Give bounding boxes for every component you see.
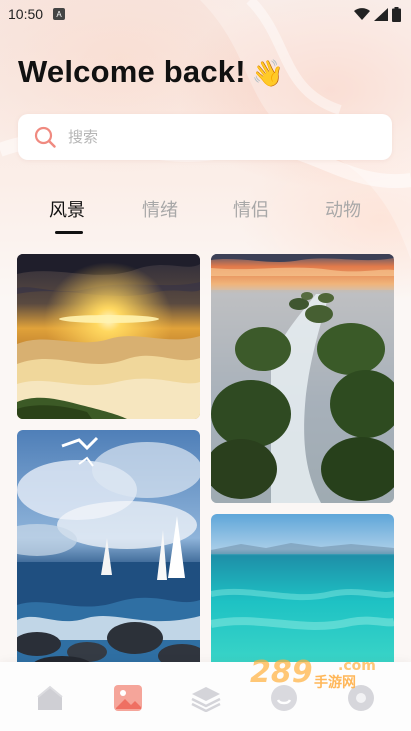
- app-notification-icon: A: [53, 8, 66, 20]
- status-icons: [354, 6, 401, 22]
- search-bar[interactable]: [18, 114, 392, 160]
- signal-icon: [374, 7, 388, 21]
- site-watermark: 289 .com 手游网: [244, 652, 394, 696]
- nav-home[interactable]: [34, 682, 66, 714]
- nav-gallery[interactable]: [112, 682, 144, 714]
- photo-gallery: [0, 252, 411, 662]
- tab-scenery[interactable]: 风景: [49, 196, 85, 222]
- active-tab-indicator: [55, 231, 83, 234]
- wifi-icon: [354, 7, 370, 20]
- layers-icon: [191, 687, 221, 712]
- welcome-title: Welcome back!: [18, 54, 246, 89]
- photo-rocky-coast[interactable]: [211, 254, 394, 503]
- tab-mood[interactable]: 情绪: [142, 196, 178, 222]
- waving-hand-icon: 👋: [251, 58, 285, 88]
- battery-icon: [392, 6, 401, 22]
- svg-text:289: 289: [250, 655, 313, 690]
- tab-couple[interactable]: 情侣: [233, 196, 269, 222]
- photo-sailboats[interactable]: [17, 430, 200, 662]
- photo-sunset-clouds[interactable]: [17, 254, 200, 419]
- welcome-heading: Welcome back! 👋: [18, 54, 284, 90]
- status-bar: 10:50 A: [0, 0, 411, 28]
- watermark-site-text: 手游网: [314, 675, 356, 691]
- search-input[interactable]: [68, 128, 348, 146]
- category-tabs: 风景 情绪 情侣 动物: [0, 196, 411, 236]
- tab-animals[interactable]: 动物: [325, 196, 361, 222]
- photo-turquoise-sea[interactable]: [211, 514, 394, 662]
- nav-layers[interactable]: [190, 682, 222, 714]
- image-icon: [114, 685, 142, 711]
- status-time: 10:50: [8, 6, 44, 22]
- home-icon: [37, 685, 63, 710]
- search-icon[interactable]: [34, 126, 56, 148]
